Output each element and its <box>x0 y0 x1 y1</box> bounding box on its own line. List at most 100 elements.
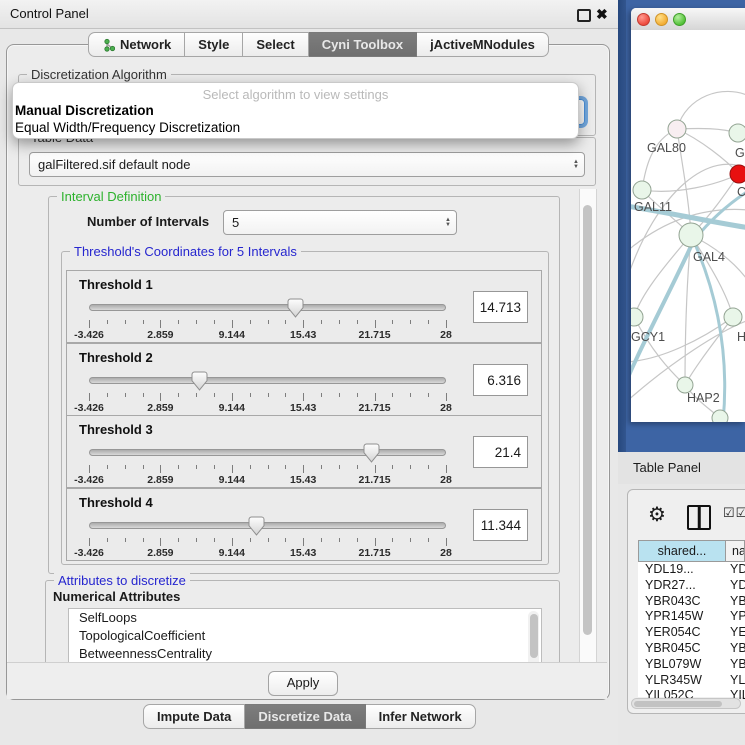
table-row[interactable]: YBR045CYBR0 <box>638 641 745 657</box>
tab-impute-data[interactable]: Impute Data <box>143 704 245 729</box>
network-node[interactable] <box>631 308 643 326</box>
network-node[interactable] <box>668 120 686 138</box>
tick-label: 2.859 <box>147 402 173 414</box>
app-root: Control Panel ✖ NetworkStyleSelectCyni T… <box>0 0 745 745</box>
table-row[interactable]: YPR145WYPR1 <box>638 609 745 625</box>
threshold-value-field[interactable]: 6.316 <box>473 364 528 396</box>
close-traffic-light[interactable] <box>637 13 650 26</box>
table-row[interactable]: YER054CYER0 <box>638 625 745 641</box>
slider-ticks <box>89 538 446 547</box>
table-row[interactable]: YBR043CYBR0 <box>638 594 745 610</box>
network-node[interactable] <box>679 223 703 247</box>
node-label: GAL80 <box>647 141 686 155</box>
num-intervals-combo[interactable]: 5 ▲▼ <box>223 210 457 235</box>
slider-track[interactable] <box>89 377 446 384</box>
scrollbar-thumb[interactable] <box>583 205 592 635</box>
table-row[interactable]: YLR345WYLR3 <box>638 673 745 689</box>
table-rows: YDL19...YDL1YDR27...YDR2YBR043CYBR0YPR14… <box>638 562 745 704</box>
network-canvas[interactable]: GAL80GCGAL11GAL4GCY1HHAP2 <box>631 30 745 422</box>
network-node[interactable] <box>712 410 728 422</box>
slider-thumb-handle[interactable] <box>191 371 208 391</box>
tab-jactivemnodules[interactable]: jActiveMNodules <box>417 32 549 57</box>
apply-button[interactable]: Apply <box>268 671 338 696</box>
column-header-1[interactable]: na <box>726 540 745 562</box>
network-node[interactable] <box>724 308 742 326</box>
h-scrollbar-thumb[interactable] <box>634 701 722 707</box>
attribute-item-selfloops[interactable]: SelfLoops <box>69 609 541 627</box>
tab-style[interactable]: Style <box>185 32 243 57</box>
table-row[interactable]: YDR27...YDR2 <box>638 578 745 594</box>
threshold-value-field[interactable]: 14.713 <box>473 291 528 323</box>
attributes-list[interactable]: SelfLoopsTopologicalCoefficientBetweenne… <box>68 608 542 664</box>
tick-label: 2.859 <box>147 474 173 486</box>
combo-stepper-icon: ▲▼ <box>445 218 451 228</box>
popup-option-equal-width[interactable]: Equal Width/Frequency Discretization <box>15 120 240 135</box>
tab-infer-network[interactable]: Infer Network <box>366 704 476 729</box>
network-node[interactable] <box>633 181 651 199</box>
table-row[interactable]: YDL19...YDL1 <box>638 562 745 578</box>
tick-label: 9.144 <box>219 402 245 414</box>
table-data-combo[interactable]: galFiltered.sif default node ▲▼ <box>29 152 585 177</box>
popup-option-manual[interactable]: Manual Discretization <box>15 103 154 118</box>
slider-thumb-handle[interactable] <box>248 516 265 536</box>
tick-label: 15.43 <box>290 402 316 414</box>
bottom-tab-bar: Impute Data Discretize Data Infer Network <box>143 704 476 729</box>
tick-label: 21.715 <box>359 474 391 486</box>
attribute-item-topologicalcoefficient[interactable]: TopologicalCoefficient <box>69 627 541 645</box>
columns-icon[interactable] <box>687 505 711 530</box>
threshold-label: Threshold 1 <box>79 277 153 292</box>
tab-label: Discretize Data <box>258 705 351 728</box>
combo-stepper-icon: ▲▼ <box>573 160 579 170</box>
table-cell: YDR27... <box>638 578 726 594</box>
slider-thumb-handle[interactable] <box>287 298 304 318</box>
checkbox-icons[interactable]: ☑☑ <box>723 505 745 521</box>
network-window-titlebar[interactable] <box>631 8 745 31</box>
threshold-slider[interactable]: -3.4262.8599.14415.4321.71528 <box>89 442 446 487</box>
tab-network[interactable]: Network <box>88 32 185 57</box>
threshold-value-field[interactable]: 21.4 <box>473 436 528 468</box>
attributes-scrollbar[interactable] <box>528 611 539 664</box>
panel-scrollbar[interactable] <box>579 189 597 662</box>
table-data-value: galFiltered.sif default node <box>38 157 190 172</box>
slider-thumb-handle[interactable] <box>363 443 380 463</box>
threshold-row-3: Threshold 3-3.4262.8599.14415.4321.71528… <box>66 415 542 488</box>
tick-label: 9.144 <box>219 474 245 486</box>
tick-label: 2.859 <box>147 329 173 341</box>
tab-discretize-data[interactable]: Discretize Data <box>245 704 365 729</box>
threshold-slider[interactable]: -3.4262.8599.14415.4321.71528 <box>89 515 446 560</box>
table-row[interactable]: YBL079WYBL0 <box>638 657 745 673</box>
close-icon[interactable]: ✖ <box>596 0 608 28</box>
table-cell: YBR045C <box>638 641 726 657</box>
num-intervals-value: 5 <box>232 215 239 230</box>
tab-select[interactable]: Select <box>243 32 308 57</box>
tick-label: -3.426 <box>74 474 104 486</box>
tab-label: jActiveMNodules <box>430 33 535 56</box>
tick-label: -3.426 <box>74 329 104 341</box>
threshold-value-field[interactable]: 11.344 <box>473 509 528 541</box>
threshold-slider[interactable]: -3.4262.8599.14415.4321.71528 <box>89 297 446 342</box>
gear-icon[interactable]: ⚙ <box>648 502 666 528</box>
numerical-attributes-label: Numerical Attributes <box>53 589 180 604</box>
tab-cyni-toolbox[interactable]: Cyni Toolbox <box>309 32 417 57</box>
node-table: shared...na YDL19...YDL1YDR27...YDR2YBR0… <box>638 540 745 697</box>
slider-track[interactable] <box>89 304 446 311</box>
threshold-label: Threshold 3 <box>79 422 153 437</box>
tick-label: 9.144 <box>219 547 245 559</box>
slider-track[interactable] <box>89 449 446 456</box>
panel-title: Control Panel <box>10 0 89 28</box>
table-cell: YPR145W <box>638 609 726 625</box>
network-node[interactable] <box>730 165 745 183</box>
minimize-traffic-light[interactable] <box>655 13 668 26</box>
column-header-0[interactable]: shared... <box>638 540 726 562</box>
threshold-row-2: Threshold 2-3.4262.8599.14415.4321.71528… <box>66 343 542 416</box>
float-window-icon[interactable] <box>577 9 591 22</box>
slider-track[interactable] <box>89 522 446 529</box>
network-icon <box>102 38 115 52</box>
network-node[interactable] <box>729 124 745 142</box>
zoom-traffic-light[interactable] <box>673 13 686 26</box>
table-h-scrollbar[interactable] <box>631 698 741 709</box>
attribute-item-betweennesscentrality[interactable]: BetweennessCentrality <box>69 645 541 663</box>
threshold-slider[interactable]: -3.4262.8599.14415.4321.71528 <box>89 370 446 415</box>
threshold-row-4: Threshold 4-3.4262.8599.14415.4321.71528… <box>66 488 542 561</box>
table-cell: YBR0 <box>726 641 745 657</box>
